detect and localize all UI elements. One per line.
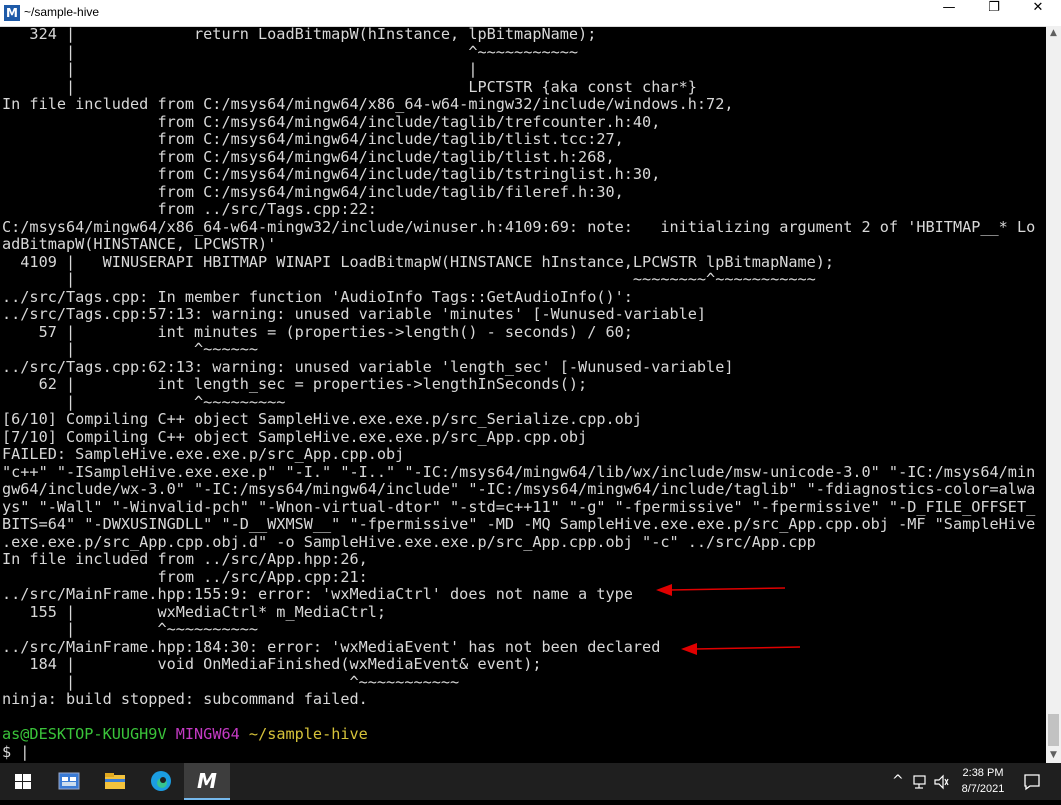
terminal-line: from ../src/App.cpp:21:	[2, 567, 368, 586]
terminal-line: from ../src/Tags.cpp:22:	[2, 200, 377, 218]
red-arrow-annotation-2	[681, 643, 801, 655]
maximize-button[interactable]: ❐	[972, 0, 1016, 26]
taskbar-edge-browser[interactable]	[138, 763, 184, 800]
terminal-line: [6/10] Compiling C++ object SampleHive.e…	[2, 410, 643, 428]
terminal-line: ../src/MainFrame.hpp:184:30: error: 'wxM…	[2, 637, 661, 656]
volume-icon[interactable]	[932, 773, 950, 791]
prompt-path: ~/sample-hive	[248, 725, 368, 743]
terminal-line: adBitmapW(HINSTANCE, LPCWSTR)'	[2, 235, 277, 253]
terminal-line: BITS=64" "-DWXUSINGDLL" "-D__WXMSW__" "-…	[2, 515, 1036, 533]
svg-text:M: M	[197, 769, 217, 793]
terminal-line: ../src/Tags.cpp:57:13: warning: unused v…	[2, 305, 707, 323]
terminal-line: .exe.exe.p/src_App.cpp.obj.d" -o SampleH…	[2, 532, 816, 551]
terminal-line: ninja: build stopped: subcommand failed.	[2, 690, 368, 708]
terminal-line: ../src/Tags.cpp:62:13: warning: unused v…	[2, 357, 734, 376]
network-icon[interactable]	[912, 773, 930, 791]
prompt-env: MINGW64	[175, 725, 240, 743]
notification-icon[interactable]	[1022, 772, 1042, 792]
title-bar[interactable]: M ~/sample-hive — ❐ ✕	[0, 0, 1061, 27]
terminal-cursor-line[interactable]: $ |	[0, 743, 1046, 762]
terminal-output[interactable]: 324 | return LoadBitmapW(hInstance, lpBi…	[0, 26, 1046, 763]
red-arrow-annotation-1	[656, 584, 786, 596]
terminal-line: FAILED: SampleHive.exe.exe.p/src_App.cpp…	[2, 445, 405, 463]
terminal-line: 184 | void OnMediaFinished(wxMediaEvent&…	[2, 655, 542, 673]
terminal-line: | ^~~~~~~~~~	[2, 392, 286, 411]
terminal-line: [7/10] Compiling C++ object SampleHive.e…	[2, 427, 588, 446]
terminal-line: | ^~~~~~~~~~~	[2, 620, 259, 638]
terminal-line: In file included from ../src/App.hpp:26,	[2, 550, 368, 568]
taskbar-file-explorer[interactable]	[92, 763, 138, 800]
msys-app-icon[interactable]: M	[4, 5, 20, 21]
terminal-line: | ~~~~~~~~^~~~~~~~~~~~	[2, 270, 816, 288]
terminal-line: from C:/msys64/mingw64/include/taglib/tl…	[2, 147, 615, 166]
edge-browser-icon	[151, 771, 171, 791]
scroll-up-icon[interactable]: ▲	[1046, 26, 1061, 41]
terminal-line: 4109 | WINUSERAPI HBITMAP WINAPI LoadBit…	[2, 252, 835, 271]
window-title: ~/sample-hive	[24, 5, 100, 19]
terminal-line: 57 | int minutes = (properties->length()…	[2, 322, 633, 341]
taskbar-msys-terminal[interactable]: M	[184, 763, 230, 800]
start-button[interactable]	[0, 763, 46, 800]
scroll-down-icon[interactable]: ▼	[1046, 748, 1061, 763]
terminal-line: C:/msys64/mingw64/x86_64-w64-mingw32/inc…	[2, 217, 1036, 236]
terminal-line: 62 | int length_sec = properties->length…	[2, 375, 588, 393]
prompt-user: as@DESKTOP-KUUGH9V	[2, 725, 167, 743]
terminal-line: | |	[2, 60, 478, 78]
terminal-line: "c++" "-ISampleHive.exe.exe.p" "-I." "-I…	[2, 462, 1036, 481]
terminal-line: 155 | wxMediaCtrl* m_MediaCtrl;	[2, 602, 387, 621]
vertical-scrollbar[interactable]: ▲ ▼	[1046, 26, 1061, 763]
folder-icon	[105, 773, 125, 789]
terminal-line: gw64/include/wx-3.0" "-IC:/msys64/mingw6…	[2, 480, 1036, 498]
terminal-line: | ^~~~~~~	[2, 340, 259, 358]
terminal-line: 324 | return LoadBitmapW(hInstance, lpBi…	[2, 26, 597, 43]
terminal-line: from C:/msys64/mingw64/include/taglib/tl…	[2, 130, 624, 148]
scroll-thumb[interactable]	[1048, 714, 1059, 746]
terminal-line: from C:/msys64/mingw64/include/taglib/ts…	[2, 165, 661, 183]
taskbar: M ^ 2:38 PM 8/7/2021	[0, 763, 1061, 800]
terminal-line: ../src/Tags.cpp: In member function 'Aud…	[2, 287, 633, 306]
terminal-line: | LPCTSTR {aka const char*}	[2, 77, 697, 96]
terminal-line: ../src/MainFrame.hpp:155:9: error: 'wxMe…	[2, 585, 633, 603]
terminal-lines: 324 | return LoadBitmapW(hInstance, lpBi…	[0, 26, 1046, 726]
taskbar-app-window-manager[interactable]	[46, 763, 92, 800]
terminal-line: In file included from C:/msys64/mingw64/…	[2, 95, 734, 113]
terminal-line: from C:/msys64/mingw64/include/taglib/tr…	[2, 112, 661, 131]
terminal-line: | ^~~~~~~~~~~~	[2, 672, 460, 691]
tray-chevron-icon[interactable]: ^	[892, 773, 904, 789]
clock-date[interactable]: 8/7/2021	[958, 783, 1008, 795]
terminal-line: ys" "-Wall" "-Winvalid-pch" "-Wnon-virtu…	[2, 497, 1036, 516]
terminal-line: | ^~~~~~~~~~~~	[2, 42, 579, 61]
msys-m-icon: M	[197, 769, 217, 793]
windows-logo-icon	[15, 774, 31, 789]
terminal-line: from C:/msys64/mingw64/include/taglib/fi…	[2, 182, 624, 201]
window-manager-icon	[58, 772, 80, 790]
terminal-prompt: as@DESKTOP-KUUGH9V MINGW64 ~/sample-hive	[0, 725, 1046, 744]
clock-time[interactable]: 2:38 PM	[958, 767, 1008, 779]
minimize-button[interactable]: —	[927, 0, 971, 26]
close-button[interactable]: ✕	[1016, 0, 1060, 26]
